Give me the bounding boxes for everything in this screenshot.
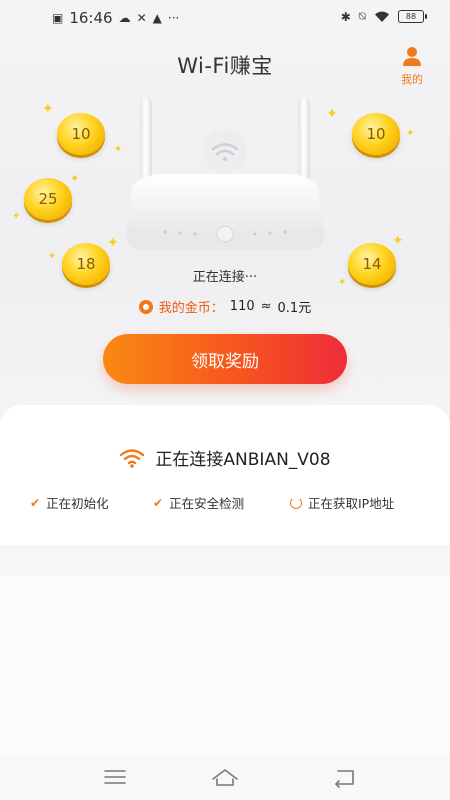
notification-icon: ▣ bbox=[52, 11, 64, 25]
mine-button[interactable]: 我的 bbox=[394, 46, 430, 87]
warning-icon: ▲ bbox=[152, 11, 162, 25]
mine-label: 我的 bbox=[401, 73, 423, 86]
step-item: ✔ 正在初始化 bbox=[30, 493, 109, 512]
system-nav-bar bbox=[0, 755, 450, 800]
mute-icon: ⍉ bbox=[358, 9, 366, 23]
back-icon[interactable] bbox=[330, 765, 360, 789]
sparkle-icon: ✦ bbox=[70, 172, 80, 185]
step-item: 正在获取IP地址 bbox=[290, 493, 394, 512]
status-left: ▣ 16:46 ☁ ✕ ▲ ··· bbox=[52, 9, 179, 27]
sparkle-icon: ✦ bbox=[48, 251, 57, 262]
connection-card: 正在连接ANBIAN_V08 ✔ 正在初始化 ✔ 正在安全检测 正在获取IP地址 bbox=[0, 405, 450, 545]
more-notifications-icon: ··· bbox=[167, 11, 180, 25]
sparkle-icon: ✦ bbox=[12, 211, 21, 222]
step-label: 正在获取IP地址 bbox=[308, 496, 395, 511]
coin-bubble[interactable]: 10 bbox=[57, 113, 105, 155]
connection-title: 正在连接ANBIAN_V08 bbox=[155, 450, 331, 470]
gold-label: 我的金币： bbox=[158, 301, 224, 316]
gold-balance: 我的金币： 110 ≈ 0.1元 bbox=[0, 297, 450, 316]
bluetooth-icon: ✱ bbox=[340, 9, 351, 24]
gold-approx: ≈ bbox=[260, 299, 272, 314]
check-icon: ✔ bbox=[30, 495, 41, 510]
claim-reward-button[interactable]: 领取奖励 bbox=[103, 334, 347, 384]
coin-value: 25 bbox=[38, 190, 58, 208]
coin-icon bbox=[138, 299, 153, 314]
router-illustration bbox=[126, 98, 324, 250]
router-status-text: 正在连接··· bbox=[192, 270, 258, 285]
step-label: 正在安全检测 bbox=[169, 496, 245, 511]
coin-bubble[interactable]: 25 bbox=[24, 178, 72, 220]
menu-icon[interactable] bbox=[100, 765, 130, 789]
battery-icon: 88 bbox=[398, 10, 427, 23]
step-label: 正在初始化 bbox=[46, 496, 109, 511]
sparkle-icon: ✦ bbox=[114, 144, 123, 155]
section-divider bbox=[0, 545, 450, 575]
status-bar: ▣ 16:46 ☁ ✕ ▲ ··· ✱ ⍉ 88 bbox=[0, 0, 450, 38]
sparkle-icon: ✦ bbox=[326, 106, 338, 122]
wifi-signal-icon bbox=[375, 11, 389, 22]
coin-bubble[interactable]: 10 bbox=[352, 113, 400, 155]
step-item: ✔ 正在安全检测 bbox=[153, 493, 244, 512]
app-title: Wi-Fi赚宝 bbox=[177, 54, 273, 78]
tools-icon: ✕ bbox=[136, 11, 147, 25]
sparkle-icon: ✦ bbox=[406, 128, 415, 139]
content-panel bbox=[0, 575, 450, 755]
gold-yuan: 0.1元 bbox=[277, 301, 312, 316]
sparkle-icon: ✦ bbox=[107, 235, 119, 251]
wifi-icon bbox=[120, 448, 145, 468]
sparkle-icon: ✦ bbox=[392, 233, 404, 249]
gold-amount: 110 bbox=[229, 299, 255, 314]
coin-value: 10 bbox=[71, 125, 91, 143]
check-icon: ✔ bbox=[153, 495, 164, 510]
loading-icon bbox=[290, 496, 302, 509]
person-icon bbox=[403, 47, 421, 66]
status-right: ✱ ⍉ 88 bbox=[340, 9, 427, 24]
coin-value: 10 bbox=[366, 125, 386, 143]
home-icon[interactable] bbox=[210, 765, 240, 789]
status-time: 16:46 bbox=[69, 9, 113, 27]
app-notification-icon: ☁ bbox=[118, 11, 131, 25]
connection-title-row: 正在连接ANBIAN_V08 bbox=[0, 445, 450, 470]
sparkle-icon: ✦ bbox=[42, 101, 54, 117]
